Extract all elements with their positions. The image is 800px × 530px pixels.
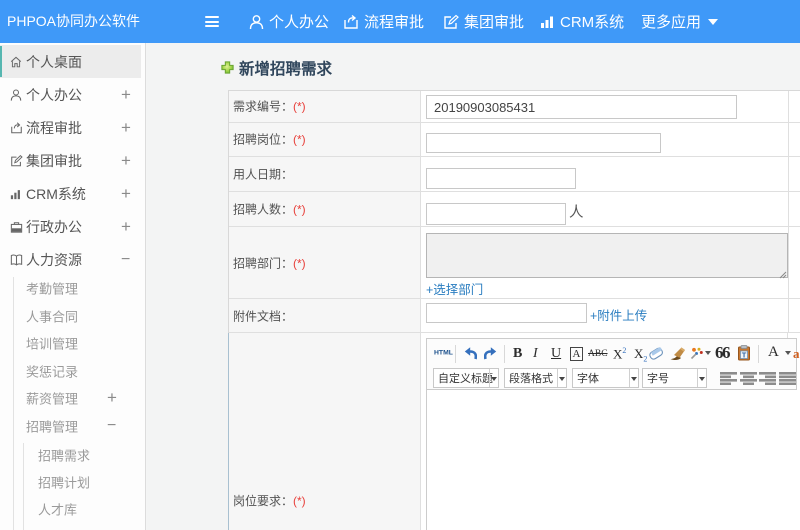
svg-text:T: T	[742, 350, 747, 359]
